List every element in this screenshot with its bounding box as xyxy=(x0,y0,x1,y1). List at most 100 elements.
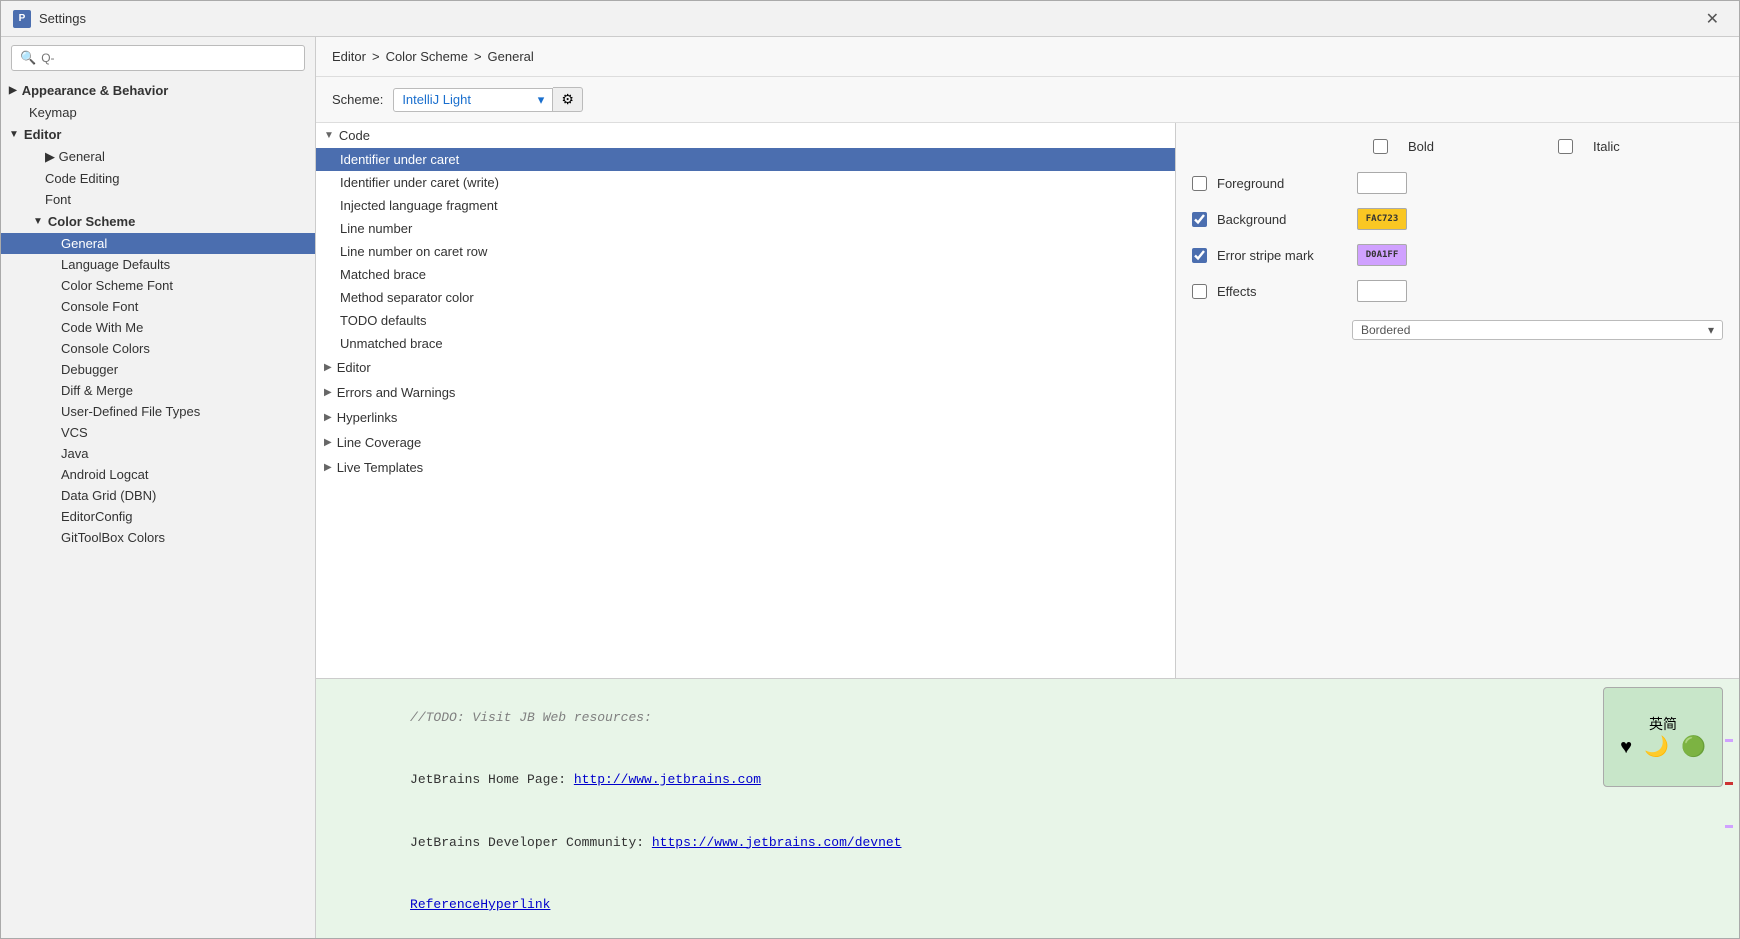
scheme-select[interactable]: IntelliJ Light ▾ ⚙ xyxy=(393,87,583,112)
stripe-mark-3 xyxy=(1725,825,1733,828)
tree-group-code[interactable]: ▼ Code xyxy=(316,123,1175,148)
stripe-marks xyxy=(1725,679,1733,938)
tree-scroll[interactable]: ▼ Code Identifier under caret Identifier… xyxy=(316,123,1175,678)
editor-label: Editor xyxy=(24,127,62,142)
foreground-checkbox[interactable] xyxy=(1192,176,1207,191)
sidebar-item-appearance-behavior[interactable]: ▶ Appearance & Behavior xyxy=(1,79,315,102)
tree-item-identifier-caret[interactable]: Identifier under caret xyxy=(316,148,1175,171)
tree-group-live-templates[interactable]: ▶ Live Templates xyxy=(316,455,1175,480)
sidebar-item-vcs[interactable]: VCS xyxy=(1,422,315,443)
sidebar-item-diff-merge[interactable]: Diff & Merge xyxy=(1,380,315,401)
sidebar-item-java[interactable]: Java xyxy=(1,443,315,464)
sidebar-item-color-scheme[interactable]: ▼ Color Scheme xyxy=(1,210,315,233)
tree-item-method-separator[interactable]: Method separator color xyxy=(316,286,1175,309)
scheme-gear-button[interactable]: ⚙ xyxy=(553,87,583,112)
tree-item-injected-language[interactable]: Injected language fragment xyxy=(316,194,1175,217)
tree-group-hyperlinks-arrow: ▶ xyxy=(324,412,332,423)
tree-item-unmatched-brace[interactable]: Unmatched brace xyxy=(316,332,1175,355)
tree-group-errors[interactable]: ▶ Errors and Warnings xyxy=(316,380,1175,405)
tree-group-hyperlinks[interactable]: ▶ Hyperlinks xyxy=(316,405,1175,430)
sidebar-item-code-editing[interactable]: Code Editing xyxy=(1,168,315,189)
foreground-label: Foreground xyxy=(1217,176,1347,191)
editor-panels: ▼ Code Identifier under caret Identifier… xyxy=(316,123,1739,678)
editor-collapse-icon: ▼ xyxy=(9,129,19,140)
sidebar-item-console-font[interactable]: Console Font xyxy=(1,296,315,317)
search-box[interactable]: 🔍 xyxy=(11,45,305,71)
deco-text: 英简 xyxy=(1649,714,1677,734)
effects-dropdown-wrapper: Bordered ▾ xyxy=(1192,320,1723,340)
sidebar-item-data-grid[interactable]: Data Grid (DBN) xyxy=(1,485,315,506)
foreground-row: Foreground xyxy=(1192,172,1723,194)
bold-label: Bold xyxy=(1408,139,1538,154)
error-stripe-color-swatch[interactable]: D0A1FF xyxy=(1357,244,1407,266)
tree-group-editor-arrow: ▶ xyxy=(324,362,332,373)
tree-item-label: Line number on caret row xyxy=(340,244,487,259)
background-row: Background FAC723 xyxy=(1192,208,1723,230)
breadcrumb-editor: Editor xyxy=(332,49,366,64)
tree-item-line-number-caret[interactable]: Line number on caret row xyxy=(316,240,1175,263)
preview-devnet-link[interactable]: https://www.jetbrains.com/devnet xyxy=(652,835,902,850)
sidebar-item-color-scheme-font[interactable]: Color Scheme Font xyxy=(1,275,315,296)
sidebar-item-keymap[interactable]: Keymap xyxy=(1,102,315,123)
sidebar-item-user-defined[interactable]: User-Defined File Types xyxy=(1,401,315,422)
tree-group-live-templates-label: Live Templates xyxy=(337,460,423,475)
tree-item-label: Unmatched brace xyxy=(340,336,443,351)
foreground-color-swatch[interactable] xyxy=(1357,172,1407,194)
tree-group-hyperlinks-label: Hyperlinks xyxy=(337,410,398,425)
tree-item-label: Injected language fragment xyxy=(340,198,498,213)
sidebar-item-code-with-me[interactable]: Code With Me xyxy=(1,317,315,338)
error-stripe-label: Error stripe mark xyxy=(1217,248,1347,263)
main-content: Editor > Color Scheme > General Scheme: … xyxy=(316,37,1739,938)
scheme-label: Scheme: xyxy=(332,92,383,107)
deco-widget: 英简 ♥ 🌙 🟢 xyxy=(1603,687,1723,787)
background-label: Background xyxy=(1217,212,1347,227)
tree-item-identifier-caret-write[interactable]: Identifier under caret (write) xyxy=(316,171,1175,194)
preview-devnet-pre: JetBrains Developer Community: xyxy=(410,835,652,850)
sidebar-item-console-colors[interactable]: Console Colors xyxy=(1,338,315,359)
sidebar-item-language-defaults[interactable]: Language Defaults xyxy=(1,254,315,275)
sidebar-item-general-selected[interactable]: General xyxy=(1,233,315,254)
preview-homepage-link[interactable]: http://www.jetbrains.com xyxy=(574,772,761,787)
scheme-dropdown[interactable]: IntelliJ Light ▾ xyxy=(393,88,553,112)
tree-item-matched-brace[interactable]: Matched brace xyxy=(316,263,1175,286)
search-icon: 🔍 xyxy=(20,50,36,66)
tree-item-label: Identifier under caret xyxy=(340,152,459,167)
effects-checkbox[interactable] xyxy=(1192,284,1207,299)
collapse-icon: ▶ xyxy=(9,85,17,96)
tree-group-code-label: Code xyxy=(339,128,370,143)
effects-color-swatch[interactable] xyxy=(1357,280,1407,302)
tree-item-label: Method separator color xyxy=(340,290,474,305)
sidebar-item-editor-config[interactable]: EditorConfig xyxy=(1,506,315,527)
tree-item-line-number[interactable]: Line number xyxy=(316,217,1175,240)
scheme-bar: Scheme: IntelliJ Light ▾ ⚙ xyxy=(316,77,1739,123)
sidebar-item-git-toolbox[interactable]: GitToolBox Colors xyxy=(1,527,315,548)
search-input[interactable] xyxy=(41,51,296,65)
preview-line-todo: //TODO: Visit JB Web resources: xyxy=(332,687,1723,749)
effects-dropdown-value: Bordered xyxy=(1361,323,1410,337)
preview-line-homepage: JetBrains Home Page: http://www.jetbrain… xyxy=(332,749,1723,811)
error-stripe-checkbox[interactable] xyxy=(1192,248,1207,263)
tree-group-editor[interactable]: ▶ Editor xyxy=(316,355,1175,380)
tree-group-line-coverage[interactable]: ▶ Line Coverage xyxy=(316,430,1175,455)
window-title: Settings xyxy=(39,11,1698,26)
stripe-mark-2 xyxy=(1725,782,1733,785)
sidebar-label-appearance: Appearance & Behavior xyxy=(22,83,169,98)
preview-ref-hyperlink-text: ReferenceHyperlink xyxy=(410,897,550,912)
effects-dropdown-arrow: ▾ xyxy=(1708,323,1714,337)
sidebar-item-general[interactable]: ▶ General xyxy=(1,146,315,168)
background-color-swatch[interactable]: FAC723 xyxy=(1357,208,1407,230)
sidebar-item-debugger[interactable]: Debugger xyxy=(1,359,315,380)
effects-dropdown[interactable]: Bordered ▾ xyxy=(1352,320,1723,340)
bold-checkbox[interactable] xyxy=(1373,139,1388,154)
sidebar-item-font[interactable]: Font xyxy=(1,189,315,210)
tree-panel: ▼ Code Identifier under caret Identifier… xyxy=(316,123,1176,678)
background-checkbox[interactable] xyxy=(1192,212,1207,227)
sidebar-item-android-logcat[interactable]: Android Logcat xyxy=(1,464,315,485)
sidebar: 🔍 ▶ Appearance & Behavior Keymap ▼ Edito… xyxy=(1,37,316,938)
tree-item-todo-defaults[interactable]: TODO defaults xyxy=(316,309,1175,332)
style-checkboxes: Bold Italic xyxy=(1192,139,1723,154)
italic-checkbox[interactable] xyxy=(1558,139,1573,154)
effects-label: Effects xyxy=(1217,284,1347,299)
close-button[interactable]: ✕ xyxy=(1698,5,1727,33)
sidebar-item-editor[interactable]: ▼ Editor xyxy=(1,123,315,146)
